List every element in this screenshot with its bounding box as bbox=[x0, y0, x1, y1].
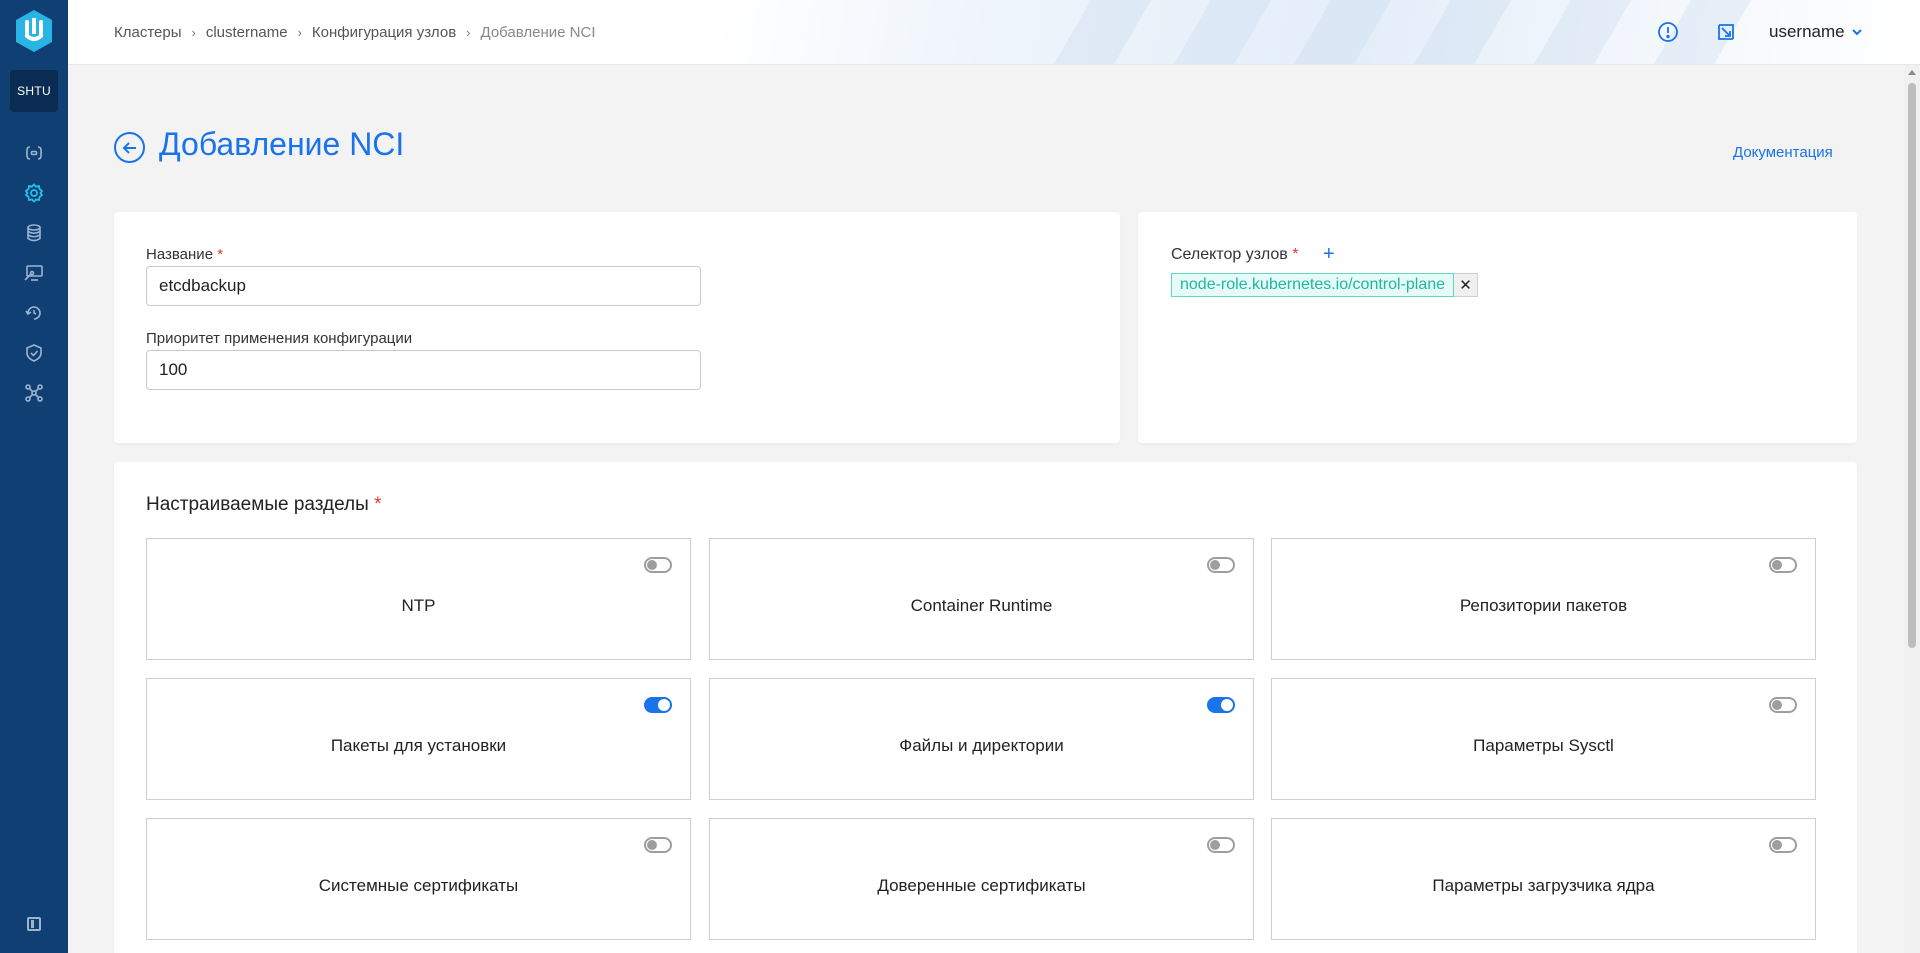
section-tile-packages[interactable]: Пакеты для установки bbox=[146, 678, 691, 800]
breadcrumb-clusters[interactable]: Кластеры bbox=[114, 24, 182, 41]
selector-chip: node-role.kubernetes.io/control-plane ✕ bbox=[1171, 273, 1479, 297]
required-mark: * bbox=[374, 494, 382, 515]
section-toggle[interactable] bbox=[644, 557, 672, 573]
required-mark: * bbox=[217, 246, 224, 263]
chevron-down-icon bbox=[1851, 29, 1862, 36]
header-decoration bbox=[1273, 0, 1403, 64]
header-decoration bbox=[1153, 0, 1283, 64]
chevron-right-icon: › bbox=[191, 25, 196, 40]
breadcrumb-node-config[interactable]: Конфигурация узлов bbox=[312, 24, 456, 41]
name-label-text: Название bbox=[146, 246, 214, 263]
network-nodes-icon[interactable] bbox=[20, 379, 48, 407]
section-tile-label: Параметры загрузчика ядра bbox=[1432, 876, 1655, 895]
section-tile-label: Доверенные сертификаты bbox=[877, 876, 1086, 895]
section-tile-label: Параметры Sysctl bbox=[1473, 736, 1614, 755]
name-input[interactable]: etcdbackup bbox=[146, 266, 701, 306]
shield-check-icon[interactable] bbox=[20, 339, 48, 367]
section-toggle[interactable] bbox=[644, 837, 672, 853]
chevron-right-icon: › bbox=[297, 25, 302, 40]
top-header: Кластеры › clustername › Конфигурация уз… bbox=[68, 0, 1920, 65]
section-tile-package-repos[interactable]: Репозитории пакетов bbox=[1271, 538, 1816, 660]
org-badge[interactable]: SHTU bbox=[10, 70, 58, 112]
page-scrollbar[interactable] bbox=[1904, 65, 1920, 953]
scroll-thumb[interactable] bbox=[1908, 83, 1916, 648]
section-tile-label: Пакеты для установки bbox=[330, 736, 507, 755]
monitor-wrench-icon[interactable] bbox=[20, 259, 48, 287]
alert-circle-icon[interactable] bbox=[1657, 21, 1679, 43]
section-toggle[interactable] bbox=[1769, 697, 1797, 713]
sidebar-collapse-icon[interactable] bbox=[27, 917, 41, 931]
database-icon[interactable] bbox=[20, 219, 48, 247]
section-toggle[interactable] bbox=[644, 697, 672, 713]
name-label: Название * bbox=[146, 246, 223, 263]
sections-title: Настраиваемые разделы * bbox=[146, 494, 381, 516]
sidebar: SHTU bbox=[0, 0, 68, 953]
section-tile-trusted-certs[interactable]: Доверенные сертификаты bbox=[709, 818, 1254, 940]
priority-label: Приоритет применения конфигурации bbox=[146, 330, 413, 347]
user-menu[interactable]: username bbox=[1769, 22, 1863, 42]
sections-title-text: Настраиваемые разделы bbox=[146, 494, 369, 515]
required-mark: * bbox=[1292, 246, 1299, 263]
section-tile-label: Файлы и директории bbox=[899, 736, 1064, 755]
node-selector-label: Селектор узлов * bbox=[1171, 246, 1298, 264]
arrow-left-icon bbox=[122, 141, 136, 154]
breadcrumb-current: Добавление NCI bbox=[480, 24, 596, 41]
header-decoration bbox=[1033, 0, 1163, 64]
selector-chip-label: node-role.kubernetes.io/control-plane bbox=[1171, 273, 1455, 297]
breadcrumb-cluster[interactable]: clustername bbox=[206, 24, 288, 41]
section-toggle[interactable] bbox=[1207, 557, 1235, 573]
header-decoration bbox=[1513, 0, 1643, 64]
header-decoration bbox=[1393, 0, 1523, 64]
external-window-icon[interactable] bbox=[1715, 21, 1737, 43]
app-logo-icon[interactable] bbox=[12, 8, 56, 54]
section-toggle[interactable] bbox=[1207, 697, 1235, 713]
section-tile-label: Системные сертификаты bbox=[318, 876, 519, 895]
documentation-link[interactable]: Документация bbox=[1733, 144, 1833, 161]
section-tile-container-runtime[interactable]: Container Runtime bbox=[709, 538, 1254, 660]
section-tile-kernel-params[interactable]: Параметры загрузчика ядра bbox=[1271, 818, 1816, 940]
section-toggle[interactable] bbox=[1769, 837, 1797, 853]
section-toggle[interactable] bbox=[1769, 557, 1797, 573]
general-settings-card bbox=[114, 212, 1120, 443]
section-tile-label: Container Runtime bbox=[910, 596, 1053, 615]
page-title: Добавление NCI bbox=[159, 126, 405, 162]
priority-input[interactable]: 100 bbox=[146, 350, 701, 390]
back-button[interactable] bbox=[114, 132, 145, 163]
gear-icon[interactable] bbox=[20, 179, 48, 207]
header-decoration bbox=[1633, 0, 1763, 64]
section-toggle[interactable] bbox=[1207, 837, 1235, 853]
restore-icon[interactable] bbox=[20, 299, 48, 327]
section-tile-ntp[interactable]: NTP bbox=[146, 538, 691, 660]
chip-remove-button[interactable]: ✕ bbox=[1454, 273, 1479, 297]
section-tile-files-dirs[interactable]: Файлы и директории bbox=[709, 678, 1254, 800]
section-tile-system-certs[interactable]: Системные сертификаты bbox=[146, 818, 691, 940]
section-tile-label: NTP bbox=[401, 596, 436, 615]
section-tile-label: Репозитории пакетов bbox=[1459, 596, 1628, 615]
braces-icon[interactable] bbox=[20, 139, 48, 167]
add-selector-button[interactable]: + bbox=[1323, 244, 1335, 264]
scroll-up-arrow[interactable] bbox=[1908, 70, 1916, 75]
chevron-right-icon: › bbox=[466, 25, 471, 40]
breadcrumb: Кластеры › clustername › Конфигурация уз… bbox=[114, 24, 596, 41]
node-selector-label-text: Селектор узлов bbox=[1171, 246, 1288, 263]
username-label: username bbox=[1769, 22, 1845, 41]
section-tile-sysctl[interactable]: Параметры Sysctl bbox=[1271, 678, 1816, 800]
